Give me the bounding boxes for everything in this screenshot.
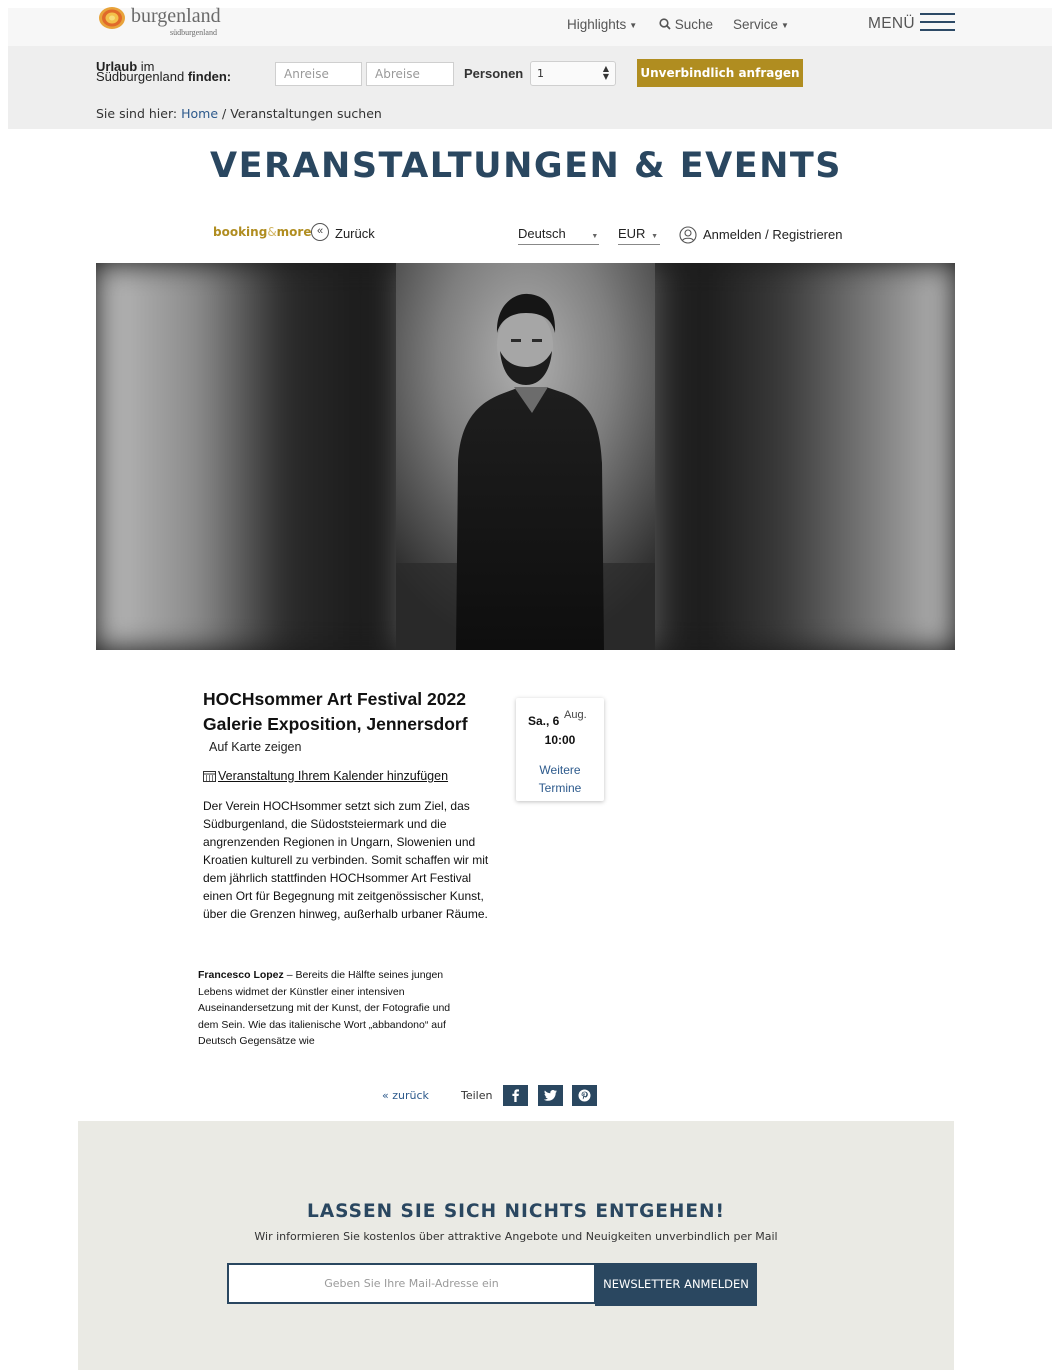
nav-highlights-label: Highlights: [567, 17, 627, 32]
persons-select[interactable]: 1 ▲ ▼: [530, 61, 616, 86]
language-select-underline: [518, 244, 599, 245]
facebook-icon: [512, 1089, 519, 1102]
calendar-icon: [203, 771, 216, 782]
booking-and-more-logo: booking&more: [213, 225, 311, 239]
user-account-icon[interactable]: [679, 226, 697, 244]
breadcrumb: Sie sind hier: Home / Veranstaltungen su…: [96, 106, 382, 121]
breadcrumb-separator: /: [218, 106, 231, 121]
share-label: Teilen: [461, 1089, 493, 1102]
logo-subtitle: südburgenland: [170, 28, 217, 37]
back-link-bottom[interactable]: « zurück: [382, 1089, 429, 1102]
departure-date-input[interactable]: Abreise: [366, 62, 454, 86]
add-to-calendar-link[interactable]: Veranstaltung Ihrem Kalender hinzufügen: [218, 769, 448, 783]
share-facebook-button[interactable]: [503, 1085, 528, 1106]
newsletter-subscribe-button[interactable]: NEWSLETTER ANMELDEN: [595, 1263, 757, 1306]
breadcrumb-home-link[interactable]: Home: [181, 106, 218, 121]
event-time: 10:00: [544, 733, 576, 747]
inquire-button[interactable]: Unverbindlich anfragen: [637, 59, 803, 87]
brand-part-2: more: [276, 225, 312, 239]
hamburger-menu-icon[interactable]: [920, 13, 955, 31]
breadcrumb-prefix: Sie sind hier:: [96, 106, 178, 121]
artist-name: Francesco Lopez: [198, 969, 284, 981]
heading-bold-2: finden:: [187, 69, 232, 84]
event-month: Aug.: [564, 709, 587, 721]
persons-label: Personen: [464, 66, 524, 81]
currency-value: EUR: [618, 226, 646, 241]
newsletter-section: [78, 1121, 954, 1370]
pinterest-icon: [578, 1089, 591, 1102]
event-title-line-2: Galerie Exposition, Jennersdorf: [203, 714, 468, 734]
more-dates-line-2: Termine: [538, 781, 582, 795]
heading-text-2: Südburgenland: [96, 69, 188, 84]
newsletter-email-input[interactable]: Geben Sie Ihre Mail-Adresse ein: [227, 1263, 596, 1304]
nav-search-label: Suche: [674, 17, 714, 32]
booking-bar-heading: Urlaub im Südburgenland finden:: [96, 60, 232, 84]
nav-service-label: Service: [733, 17, 779, 32]
caret-down-icon: ▼: [629, 20, 638, 30]
page-title: VERANSTALTUNGEN & EVENTS: [210, 146, 842, 186]
dropdown-arrow-icon: ▼: [591, 233, 599, 240]
arrival-date-input[interactable]: Anreise: [275, 62, 362, 86]
newsletter-title: LASSEN SIE SICH NICHTS ENTGEHEN!: [307, 1201, 725, 1222]
login-register-link[interactable]: Anmelden / Registrieren: [703, 227, 842, 242]
search-icon: [659, 18, 671, 30]
event-day: Sa., 6: [528, 714, 560, 728]
artist-bio-text: Francesco Lopez – Bereits die Hälfte sei…: [198, 967, 473, 1049]
stepper-arrows-icon: ▲ ▼: [602, 64, 609, 81]
artist-bio-section: Francesco Lopez – Bereits die Hälfte sei…: [78, 957, 954, 1049]
event-title-line-1: HOCHsommer Art Festival 2022: [203, 689, 466, 709]
currency-select[interactable]: EUR ▼: [618, 226, 658, 241]
caret-down-icon: ▼: [781, 20, 789, 30]
twitter-icon: [543, 1090, 557, 1101]
nav-service[interactable]: Service ▼: [733, 17, 789, 32]
sun-logo-icon: [99, 7, 125, 29]
breadcrumb-current: Veranstaltungen suchen: [230, 106, 382, 121]
event-date-card: Sa., 6 Aug. 10:00 Weitere Termine: [516, 698, 604, 801]
more-dates-link[interactable]: Weitere Termine: [516, 761, 604, 797]
artist-portrait-photo: [396, 263, 655, 650]
show-on-map-link[interactable]: Auf Karte zeigen: [209, 740, 301, 754]
dropdown-arrow-icon: ▼: [651, 233, 659, 240]
newsletter-subtitle: Wir informieren Sie kostenlos über attra…: [254, 1230, 778, 1243]
currency-select-underline: [618, 244, 660, 245]
back-chevrons-icon[interactable]: «: [311, 223, 329, 241]
language-select[interactable]: Deutsch ▼: [518, 226, 598, 241]
language-value: Deutsch: [518, 226, 566, 241]
brand-part-1: booking: [213, 225, 268, 239]
share-twitter-button[interactable]: [538, 1085, 563, 1106]
event-hero-image: [96, 263, 955, 650]
logo-wordmark: burgenland: [131, 5, 221, 27]
nav-highlights[interactable]: Highlights ▼: [567, 17, 637, 32]
event-description: Der Verein HOCHsommer setzt sich zum Zie…: [203, 799, 489, 921]
event-title: HOCHsommer Art Festival 2022 Galerie Exp…: [203, 687, 503, 737]
more-dates-line-1: Weitere: [539, 763, 581, 777]
share-pinterest-button[interactable]: [572, 1085, 597, 1106]
back-link[interactable]: Zurück: [335, 226, 375, 241]
persons-value: 1: [537, 67, 544, 80]
menu-label[interactable]: MENÜ: [868, 15, 915, 33]
brand-amp: &: [267, 225, 277, 239]
nav-search[interactable]: Suche: [659, 17, 713, 32]
